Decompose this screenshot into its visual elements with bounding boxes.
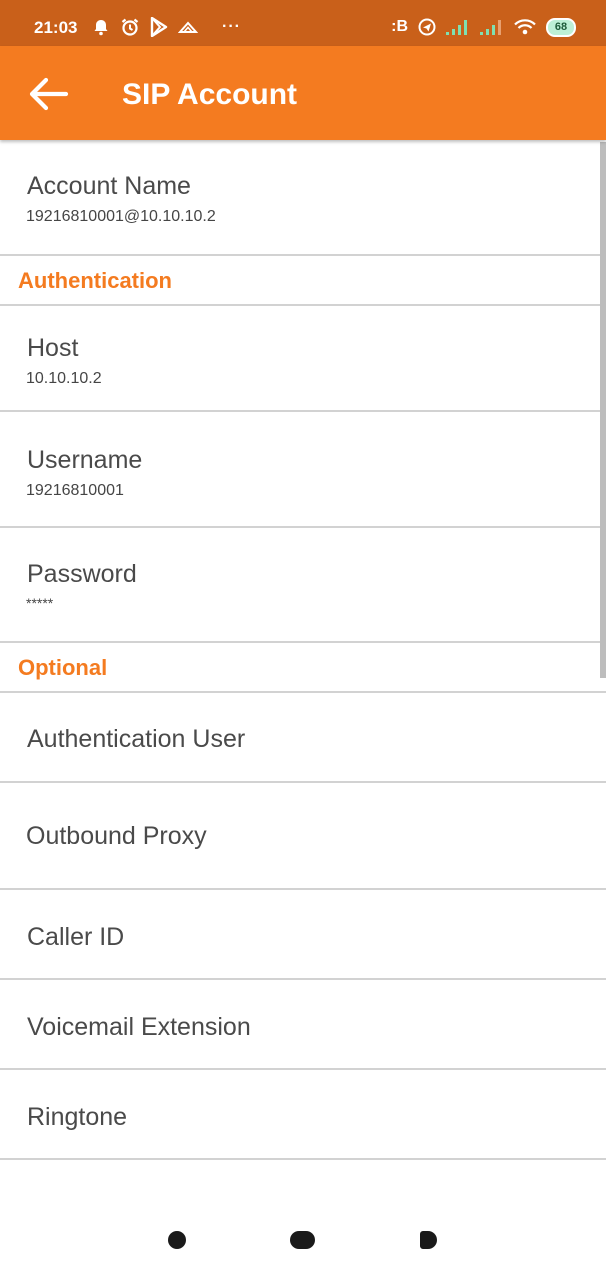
section-authentication-title: Authentication (18, 268, 172, 293)
alarm-icon (121, 18, 139, 36)
host-label: Host (27, 334, 79, 362)
caller-id-item[interactable]: Caller ID (0, 890, 606, 980)
authentication-user-item[interactable]: Authentication User (0, 693, 606, 783)
wifi-icon (514, 19, 536, 35)
section-optional: Optional (0, 643, 606, 693)
account-name-value: 19216810001@10.10.10.2 (26, 208, 216, 225)
navigation-bar (0, 1200, 606, 1280)
outbound-proxy-item[interactable]: Outbound Proxy (0, 783, 606, 890)
password-item[interactable]: Password ***** (0, 528, 606, 643)
back-nav-button[interactable] (420, 1231, 437, 1249)
play-store-icon (150, 17, 168, 37)
app-bar: SIP Account (0, 46, 606, 140)
more-notifications-icon: ··· (222, 18, 241, 35)
username-item[interactable]: Username 19216810001 (0, 412, 606, 528)
host-value: 10.10.10.2 (26, 370, 102, 387)
signal-icon-1 (446, 20, 467, 35)
password-label: Password (27, 560, 137, 588)
home-button[interactable] (290, 1231, 315, 1249)
status-bar: 21:03 ··· :B 68 (0, 0, 606, 46)
account-name-item[interactable]: Account Name 19216810001@10.10.10.2 (0, 140, 606, 256)
voicemail-extension-item[interactable]: Voicemail Extension (0, 980, 606, 1070)
battery-icon: 68 (546, 17, 576, 37)
ringtone-label: Ringtone (27, 1103, 128, 1131)
arrow-left-icon (29, 77, 69, 111)
telegram-icon (418, 18, 436, 36)
host-item[interactable]: Host 10.10.10.2 (0, 306, 606, 412)
section-authentication: Authentication (0, 256, 606, 306)
ringtone-item[interactable]: Ringtone (0, 1070, 606, 1160)
scrollbar[interactable] (600, 142, 606, 678)
page-title: SIP Account (122, 78, 298, 111)
preference-list[interactable]: Account Name 19216810001@10.10.10.2 Auth… (0, 140, 606, 1200)
network-speed-text: :B (391, 18, 408, 35)
password-value: ***** (26, 595, 54, 611)
notification-icons: ··· (92, 16, 241, 38)
section-optional-title: Optional (18, 655, 108, 680)
bell-icon (94, 20, 108, 36)
outbound-proxy-label: Outbound Proxy (26, 822, 207, 850)
authentication-user-label: Authentication User (27, 725, 246, 753)
system-icons: :B 68 (391, 16, 576, 38)
back-button[interactable] (26, 76, 70, 112)
voicemail-extension-label: Voicemail Extension (27, 1013, 251, 1041)
cast-icon (178, 21, 198, 33)
partial-next-item[interactable] (0, 1160, 606, 1200)
status-time: 21:03 (34, 18, 78, 37)
username-value: 19216810001 (26, 482, 124, 499)
account-name-label: Account Name (27, 172, 191, 200)
recents-button[interactable] (168, 1231, 186, 1249)
signal-icon-2 (480, 20, 501, 35)
caller-id-label: Caller ID (27, 923, 125, 951)
username-label: Username (27, 446, 143, 474)
